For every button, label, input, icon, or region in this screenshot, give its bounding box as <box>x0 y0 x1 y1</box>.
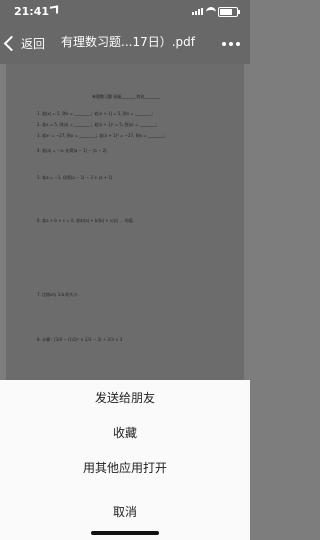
back-button[interactable]: 返回 <box>3 35 46 52</box>
question-4: 4. 若|a| = −a, 化简|a − 1| − |a − 2|. <box>37 148 108 153</box>
question-2: 2. 若x = 5, 则|x| = ________；若|x + 1|² = 5… <box>37 122 160 127</box>
cellular-signal-icon <box>192 8 203 15</box>
open-in-other-app-button[interactable]: 用其他应用打开 <box>0 450 250 486</box>
favorite-button[interactable]: 收藏 <box>0 415 250 451</box>
battery-icon <box>218 7 240 17</box>
question-6: 6. 若a + b + c = 0, 求a/|a| + b/|b| + c/|c… <box>37 218 134 223</box>
question-7: 7. 比较a与 1/a 的大小. <box>37 292 79 297</box>
status-bar: 21:41 <box>0 0 250 22</box>
back-label: 返回 <box>21 37 46 51</box>
navigation-bar: 返回 有理数习题...17日）.pdf <box>0 22 250 64</box>
chevron-left-icon <box>3 35 20 52</box>
question-3: 3. 若x² = −27, 则x = ________；若(x + 1)² = … <box>37 133 168 138</box>
home-indicator <box>91 531 159 535</box>
question-1: 1. 若|x| = 5, 则x = ________；若|x + 1| = 5,… <box>37 111 156 116</box>
action-sheet: 发送给朋友 收藏 用其他应用打开 取消 <box>0 380 250 540</box>
more-icon[interactable] <box>222 42 240 46</box>
wifi-icon <box>206 7 216 17</box>
location-arrow-icon <box>49 5 59 15</box>
send-to-friend-button[interactable]: 发送给朋友 <box>0 380 250 416</box>
document-title: 有理数习题...17日）.pdf <box>61 35 195 49</box>
status-time: 21:41 <box>14 5 50 18</box>
question-5: 5. 若a = −1, 化简|a − 1| − 3 + |a + 1|. <box>37 175 114 180</box>
question-8: 8. 计算：[3/4 − (1/2)² × 2/3 − 3] ÷ 2/3 × 3 <box>37 337 123 342</box>
doc-header: 有理数习题 班级_______ 姓名________ <box>92 94 161 99</box>
